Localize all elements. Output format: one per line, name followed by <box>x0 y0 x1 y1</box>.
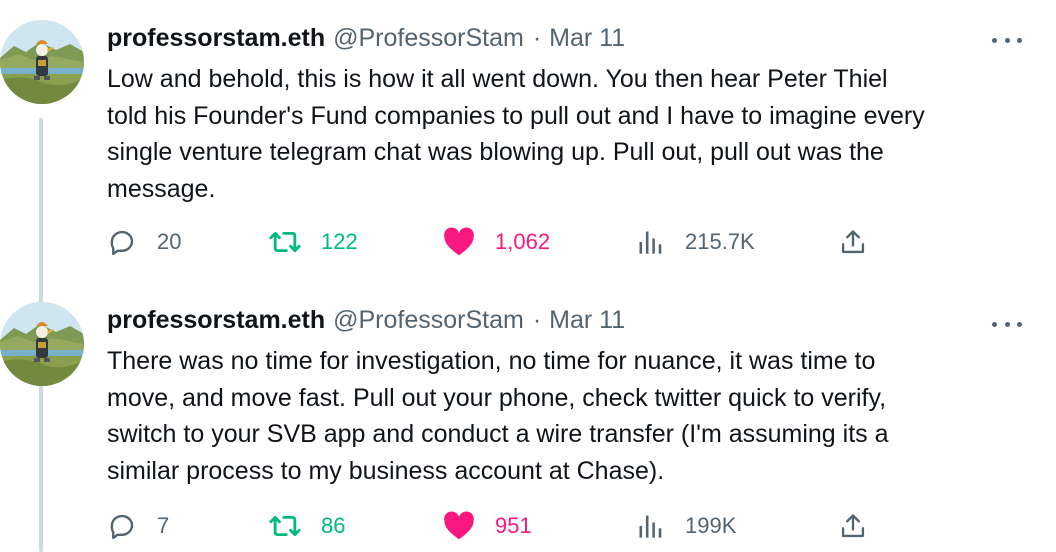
retweet-icon <box>269 231 301 253</box>
heart-icon <box>444 227 474 256</box>
views-icon <box>639 515 662 538</box>
more-dot <box>1004 321 1010 327</box>
more-dot <box>992 321 997 327</box>
tweet-content: professorstam.eth @ProfessorStam · Mar 1… <box>107 22 1027 207</box>
views-icon <box>639 231 662 254</box>
header-separator: · <box>532 306 542 334</box>
reply-count: 20 <box>157 229 182 254</box>
tweet-header: professorstam.eth @ProfessorStam · Mar 1… <box>107 22 1027 56</box>
more-icon[interactable] <box>992 314 1022 334</box>
like-button[interactable]: 1,062 <box>443 222 550 262</box>
tweet-date[interactable]: Mar 11 <box>549 22 625 54</box>
reply-button[interactable]: 20 <box>107 222 181 262</box>
reply-button[interactable]: 7 <box>107 506 169 546</box>
retweet-count: 86 <box>321 513 346 538</box>
reply-icon <box>110 230 134 256</box>
reply-count: 7 <box>157 513 170 538</box>
tweet-date[interactable]: Mar 11 <box>549 304 625 336</box>
header-separator: · <box>532 24 542 52</box>
like-count: 951 <box>495 513 532 538</box>
avatar[interactable] <box>0 20 84 104</box>
tweet[interactable]: professorstam.eth @ProfessorStam · Mar 1… <box>0 0 1056 282</box>
avatar-image <box>0 20 84 104</box>
like-count: 1,062 <box>495 229 551 254</box>
share-button[interactable] <box>839 506 867 546</box>
tweet-actions: 20 122 1,062 215.7K <box>107 222 907 262</box>
share-icon <box>841 514 865 538</box>
heart-icon <box>444 511 474 540</box>
retweet-button[interactable]: 86 <box>269 506 345 546</box>
views-count: 215.7K <box>685 229 755 254</box>
tweet-actions: 7 86 951 199K <box>107 506 907 546</box>
retweet-button[interactable]: 122 <box>269 222 358 262</box>
user-handle[interactable]: @ProfessorStam <box>333 304 524 336</box>
retweet-icon <box>269 515 301 537</box>
tweet-header: professorstam.eth @ProfessorStam · Mar 1… <box>107 304 1027 338</box>
avatar[interactable] <box>0 302 84 386</box>
tweet-text: Low and behold, this is how it all went … <box>107 65 925 203</box>
user-handle[interactable]: @ProfessorStam <box>333 22 524 54</box>
tweet-thread: professorstam.eth @ProfessorStam · Mar 1… <box>0 0 1056 552</box>
views-count: 199K <box>685 513 737 538</box>
views-button[interactable]: 199K <box>637 506 736 546</box>
avatar-image <box>0 302 84 386</box>
more-dot <box>1017 321 1022 327</box>
tweet-text: There was no time for investigation, no … <box>107 347 889 485</box>
share-icon <box>841 230 865 254</box>
display-name[interactable]: professorstam.eth <box>107 22 325 54</box>
tweet-content: professorstam.eth @ProfessorStam · Mar 1… <box>107 304 1027 489</box>
display-name[interactable]: professorstam.eth <box>107 304 325 336</box>
more-dot <box>1004 37 1010 43</box>
share-button[interactable] <box>839 222 867 262</box>
tweet[interactable]: professorstam.eth @ProfessorStam · Mar 1… <box>0 282 1056 552</box>
more-icon[interactable] <box>992 30 1022 50</box>
more-dot <box>1017 37 1022 43</box>
retweet-count: 122 <box>321 229 358 254</box>
views-button[interactable]: 215.7K <box>637 222 755 262</box>
reply-icon <box>110 514 134 540</box>
more-dot <box>992 37 997 43</box>
like-button[interactable]: 951 <box>443 506 532 546</box>
